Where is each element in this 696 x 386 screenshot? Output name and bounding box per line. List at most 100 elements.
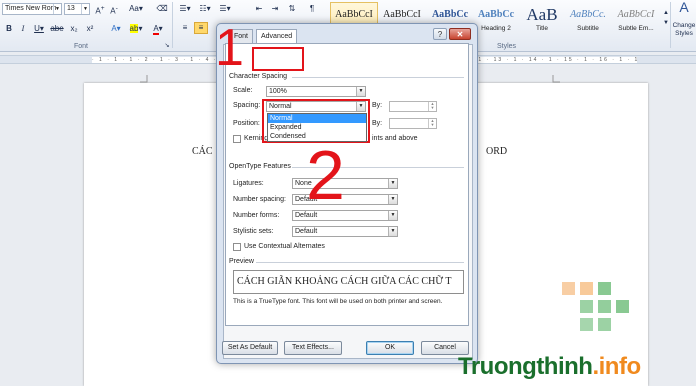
chevron-down-icon[interactable]: ▼	[53, 4, 61, 14]
style-sample: AaBbCc	[431, 9, 469, 20]
chevron-down-icon[interactable]: ▼	[388, 211, 397, 220]
chevron-down-icon[interactable]: ▼	[388, 227, 397, 236]
chevron-down-icon[interactable]: ▼	[356, 87, 365, 96]
stylistic-sets-combo[interactable]: Default ▼	[292, 226, 398, 237]
chevron-down-icon[interactable]: ▼	[388, 179, 397, 188]
ribbon-separator	[172, 2, 173, 48]
help-icon[interactable]: ?	[433, 28, 447, 40]
style-name: Heading 2	[481, 25, 511, 32]
section-divider	[292, 77, 464, 78]
show-formatting-icon[interactable]: ¶	[306, 4, 318, 14]
close-icon[interactable]: ✕	[449, 28, 471, 40]
chevron-down-icon[interactable]: ▼	[81, 4, 89, 14]
change-styles-label[interactable]: Change Styles	[672, 22, 696, 38]
dropdown-option-condensed[interactable]: Condensed	[268, 132, 366, 141]
increase-indent-icon[interactable]: ⇥	[268, 4, 282, 14]
chevron-down-icon[interactable]: ▼	[388, 195, 397, 204]
logo-square	[598, 300, 611, 313]
logo-square	[598, 282, 611, 295]
style-title[interactable]: AaB Title	[518, 2, 566, 38]
style-name: Subtitle	[577, 25, 599, 32]
position-by-spinner[interactable]: ▲ ▼	[389, 118, 437, 129]
watermark-brand: Truongthinh	[458, 353, 593, 380]
logo-square	[580, 282, 593, 295]
section-divider	[256, 262, 464, 263]
dialog-title-buttons: ? ✕	[433, 28, 471, 40]
font-name-value: Times New Rom	[5, 5, 57, 12]
contextual-alternates-label: Use Contextual Alternates	[244, 243, 325, 250]
style-sample: AaBbCc.	[570, 9, 606, 20]
font-size-value: 13	[67, 5, 75, 12]
spinner-arrows-icon[interactable]: ▲ ▼	[428, 119, 436, 128]
tab-label: Advanced	[261, 33, 293, 40]
font-color-icon[interactable]: A▾	[150, 24, 166, 35]
logo-square	[598, 318, 611, 331]
scale-combo[interactable]: 100% ▼	[266, 86, 366, 97]
subscript-icon[interactable]: x₂	[68, 24, 80, 34]
align-left-icon[interactable]: ≡	[178, 23, 192, 33]
clear-format-icon[interactable]: ⌫	[156, 4, 168, 14]
bullets-icon[interactable]: ☰▾	[176, 4, 194, 14]
style-sample: AaBbCcI	[383, 9, 421, 20]
document-text: CÁC	[192, 146, 213, 157]
style-subtitle[interactable]: AaBbCc. Subtitle	[564, 2, 612, 38]
bold-icon[interactable]: B	[4, 24, 14, 34]
style-sample: AaB	[526, 5, 558, 24]
change-styles-icon[interactable]: A	[672, 0, 696, 14]
style-name: Subtle Em...	[618, 25, 654, 32]
highlight-icon[interactable]: ab▾	[128, 24, 144, 34]
styles-scroll-icon[interactable]: ▲ ▼	[662, 8, 670, 28]
numbering-icon[interactable]: ☷▾	[196, 4, 214, 14]
scale-value: 100%	[269, 88, 287, 95]
contextual-alternates-checkbox[interactable]	[233, 243, 241, 251]
text-effects-icon[interactable]: A▾	[108, 24, 124, 34]
spacing-by-spinner[interactable]: ▲ ▼	[389, 101, 437, 112]
logo-square	[580, 300, 593, 313]
watermark-text: Truongthinh.info	[458, 353, 641, 381]
ok-button[interactable]: OK	[366, 341, 414, 355]
logo-square	[562, 282, 575, 295]
style-name: Title	[535, 25, 549, 32]
scale-label: Scale:	[233, 87, 253, 94]
kerning-checkbox[interactable]	[233, 135, 241, 143]
dialog-launcher-icon[interactable]: ↘	[163, 41, 171, 51]
superscript-icon[interactable]: x²	[84, 24, 96, 34]
number-spacing-label: Number spacing:	[233, 196, 286, 203]
underline-icon[interactable]: U▾	[32, 24, 46, 34]
style-sample: AaBbCc	[477, 9, 515, 20]
ribbon-separator	[670, 2, 671, 48]
preview-box: CÁCH GIÃN KHOẢNG CÁCH GIỮA CÁC CHỮ T	[233, 270, 464, 294]
sort-icon[interactable]: ⇅	[285, 4, 299, 14]
set-as-default-button[interactable]: Set As Default	[222, 341, 278, 355]
change-case-icon[interactable]: Aa▾	[128, 4, 144, 14]
font-name-combo[interactable]: Times New Rom ▼	[2, 3, 62, 15]
style-heading-2[interactable]: AaBbCc Heading 2	[472, 2, 520, 38]
font-group-label: Font	[74, 43, 89, 50]
spinner-arrows-icon[interactable]: ▲ ▼	[428, 102, 436, 111]
stylistic-sets-label: Stylistic sets:	[233, 228, 274, 235]
by-label: By:	[372, 102, 383, 109]
shrink-font-icon[interactable]: A-	[108, 4, 120, 17]
dropdown-option-normal[interactable]: Normal	[268, 114, 366, 123]
logo-square	[580, 318, 593, 331]
align-center-icon[interactable]: ≡	[194, 22, 208, 34]
spacing-dropdown-list: Normal Expanded Condensed	[267, 113, 367, 142]
font-size-combo[interactable]: 13 ▼	[64, 3, 90, 15]
styles-group-label: Styles	[497, 43, 517, 50]
italic-icon[interactable]: I	[18, 24, 28, 34]
spacing-label: Spacing:	[233, 102, 261, 109]
tab-advanced[interactable]: Advanced	[256, 29, 298, 43]
margin-marker	[140, 75, 148, 83]
strikethrough-icon[interactable]: abe	[50, 24, 64, 34]
preview-note: This is a TrueType font. This font will …	[233, 298, 443, 305]
style-subtle-emphasis[interactable]: AaBbCcI Subtle Em...	[612, 2, 660, 38]
section-preview: Preview	[229, 258, 254, 265]
multilevel-list-icon[interactable]: ☰▾	[216, 4, 234, 14]
text-effects-button[interactable]: Text Effects...	[284, 341, 342, 355]
grow-font-icon[interactable]: A+	[94, 4, 106, 17]
position-label: Position:	[233, 120, 260, 127]
dropdown-option-expanded[interactable]: Expanded	[268, 123, 366, 132]
style-sample: AaBbCcI	[617, 9, 655, 20]
decrease-indent-icon[interactable]: ⇤	[252, 4, 266, 14]
margin-marker	[552, 75, 560, 83]
